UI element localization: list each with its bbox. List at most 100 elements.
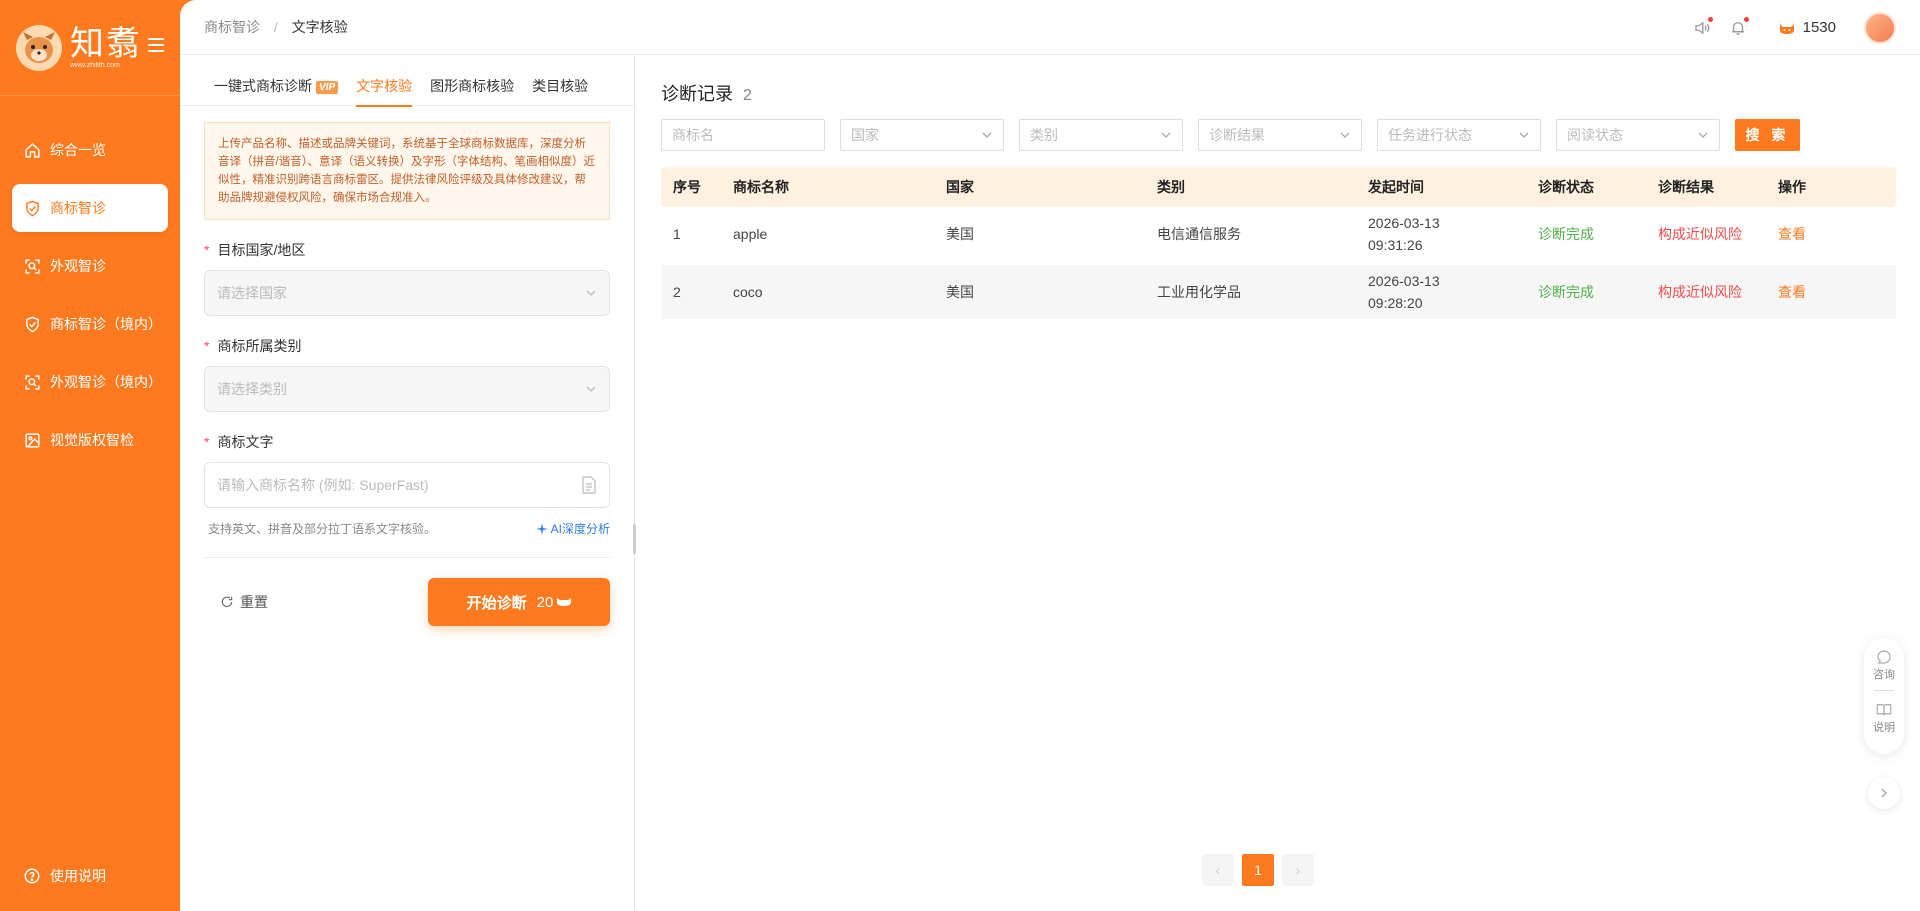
prev-page-button[interactable]: ‹	[1202, 854, 1234, 886]
sidebar-item-label: 商标智诊	[50, 200, 106, 216]
result-filter[interactable]: 诊断结果	[1198, 119, 1362, 151]
chevron-down-icon	[1519, 132, 1529, 138]
sidebar-item-copyright-check[interactable]: 视觉版权智检	[12, 416, 168, 464]
tab-graphic-check[interactable]: 图形商标核验	[430, 76, 514, 106]
column-header: 序号	[673, 179, 701, 195]
breadcrumb-current: 文字核验	[291, 19, 348, 35]
main-panel: 商标智诊 / 文字核验 1530 一键式商标诊断 VIP 文字核验 图形商标核验…	[180, 0, 1920, 911]
logo-text: 知翥	[70, 25, 142, 63]
sidebar-help[interactable]: 使用说明	[12, 861, 106, 891]
guide-button[interactable]: 说明	[1873, 701, 1895, 735]
sidebar-item-trademark-diagnosis[interactable]: 商标智诊	[12, 184, 168, 232]
page-button-current[interactable]: 1	[1242, 854, 1274, 886]
book-icon	[1876, 704, 1892, 716]
shield-check-icon	[23, 315, 41, 333]
category-label: * 商标所属类别	[204, 338, 302, 354]
country-filter[interactable]: 国家	[840, 119, 1004, 151]
help-label: 使用说明	[50, 868, 106, 884]
pagination: ‹ 1 ›	[1202, 854, 1322, 886]
next-page-button[interactable]: ›	[1282, 854, 1314, 886]
column-header: 发起时间	[1368, 179, 1424, 195]
column-header: 诊断状态	[1538, 179, 1594, 195]
divider	[204, 557, 610, 558]
trademark-name-filter[interactable]	[661, 119, 825, 151]
search-button[interactable]: 搜 索	[1735, 119, 1800, 151]
coin-balance[interactable]: 1530	[1779, 19, 1836, 36]
home-icon	[23, 141, 41, 159]
filter-bar: 国家 类别 诊断结果 任务进行状态 阅读状态 搜 索	[661, 119, 1896, 151]
consult-button[interactable]: 咨询	[1873, 648, 1895, 682]
country-label: * 目标国家/地区	[204, 242, 306, 258]
sidebar-item-trademark-domestic[interactable]: 商标智诊（境内）	[12, 300, 168, 348]
menu-toggle-icon[interactable]	[148, 38, 164, 52]
sidebar-item-label: 外观智诊（境内）	[50, 374, 162, 390]
sidebar-item-overview[interactable]: 综合一览	[12, 126, 168, 174]
reset-button[interactable]: 重置	[220, 592, 268, 612]
coin-cat-icon	[557, 598, 572, 606]
records-title: 诊断记录	[661, 84, 733, 104]
records-table: 序号 商标名称 国家 类别 发起时间 诊断状态 诊断结果 操作 1 apple …	[661, 167, 1896, 323]
view-link[interactable]: 查看	[1766, 224, 1886, 244]
collapse-arrow-button[interactable]	[1868, 777, 1900, 809]
view-link[interactable]: 查看	[1766, 282, 1886, 302]
resize-handle[interactable]	[633, 524, 636, 554]
coin-cat-icon	[1779, 23, 1794, 34]
chevron-down-icon	[586, 386, 596, 392]
country-select[interactable]: 请选择国家	[204, 270, 610, 316]
cell-status: 诊断完成	[1538, 226, 1594, 242]
trademark-text-field[interactable]	[204, 462, 610, 508]
question-icon	[23, 867, 41, 885]
topbar: 商标智诊 / 文字核验 1530	[180, 0, 1920, 55]
sidebar: 知翥 www.zhilith.com 综合一览 商标智诊 外观智诊 商标智诊（境…	[0, 0, 180, 911]
column-header: 国家	[946, 179, 974, 195]
column-header: 商标名称	[733, 179, 789, 195]
cell-name: apple	[733, 226, 768, 242]
cell-category: 工业用化学品	[1157, 284, 1241, 300]
task-status-filter[interactable]: 任务进行状态	[1377, 119, 1541, 151]
cell-result: 构成近似风险	[1658, 284, 1742, 300]
read-status-filter[interactable]: 阅读状态	[1556, 119, 1720, 151]
coin-count: 1530	[1802, 19, 1836, 36]
trademark-text-label: * 商标文字	[204, 434, 274, 450]
column-header: 诊断结果	[1658, 179, 1714, 195]
trademark-text-input[interactable]	[217, 477, 581, 493]
sidebar-item-label: 商标智诊（境内）	[50, 316, 162, 332]
sidebar-item-label: 外观智诊	[50, 258, 106, 274]
cell-no: 1	[673, 226, 681, 242]
tab-text-check[interactable]: 文字核验	[356, 76, 413, 107]
input-hint: 支持英文、拼音及部分拉丁语系文字核验。	[208, 522, 437, 536]
tab-one-click[interactable]: 一键式商标诊断 VIP	[214, 76, 339, 106]
avatar[interactable]	[1864, 11, 1896, 44]
sidebar-nav: 综合一览 商标智诊 外观智诊 商标智诊（境内） 外观智诊（境内） 视觉版权智检	[0, 96, 180, 464]
sidebar-item-design-domestic[interactable]: 外观智诊（境内）	[12, 358, 168, 406]
start-diagnosis-button[interactable]: 开始诊断 20	[428, 578, 610, 626]
document-icon[interactable]	[581, 476, 597, 494]
cell-no: 2	[673, 284, 681, 300]
scan-icon	[23, 373, 41, 391]
cell-country: 美国	[946, 284, 974, 300]
category-select[interactable]: 请选择类别	[204, 366, 610, 412]
bell-icon[interactable]	[1727, 16, 1749, 39]
trademark-name-input[interactable]	[672, 127, 814, 143]
chat-icon	[1877, 650, 1891, 664]
tab-category-check[interactable]: 类目核验	[532, 76, 588, 106]
cell-time: 2026-03-13 09:28:20	[1368, 273, 1440, 311]
country-placeholder: 请选择国家	[217, 285, 287, 301]
form-tabs: 一键式商标诊断 VIP 文字核验 图形商标核验 类目核验	[180, 56, 634, 107]
table-header: 序号 商标名称 国家 类别 发起时间 诊断状态 诊断结果 操作	[661, 167, 1896, 207]
speaker-icon[interactable]	[1691, 16, 1713, 39]
column-header: 类别	[1157, 179, 1185, 195]
chevron-down-icon	[1340, 132, 1350, 138]
info-notice: 上传产品名称、描述或品牌关键词，系统基于全球商标数据库，深度分析音译（拼音/谐音…	[204, 122, 610, 220]
records-panel: 诊断记录 2 国家 类别 诊断结果 任务进行状态	[661, 56, 1896, 911]
chevron-down-icon	[982, 132, 992, 138]
column-header: 操作	[1778, 179, 1806, 195]
breadcrumb-parent[interactable]: 商标智诊	[204, 19, 260, 35]
logo-mascot-icon	[16, 24, 62, 71]
ai-analysis-link[interactable]: AI深度分析	[535, 520, 610, 537]
logo-url: www.zhilith.com	[70, 62, 120, 69]
sidebar-item-design-diagnosis[interactable]: 外观智诊	[12, 242, 168, 290]
sparkle-icon	[535, 522, 548, 535]
category-filter[interactable]: 类别	[1019, 119, 1183, 151]
sidebar-item-label: 视觉版权智检	[50, 432, 134, 448]
